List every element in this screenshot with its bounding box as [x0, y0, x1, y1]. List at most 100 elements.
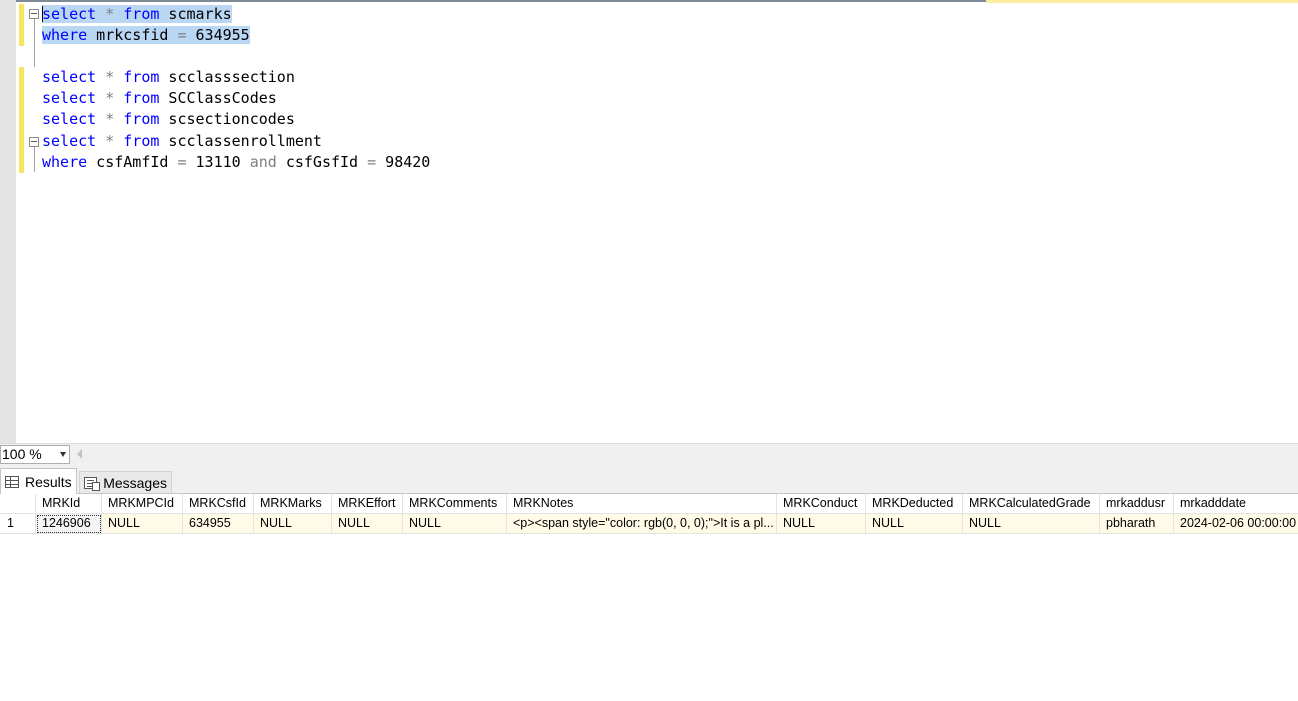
sql-keyword: where	[42, 153, 88, 171]
grid-cell[interactable]: NULL	[102, 514, 183, 534]
sql-keyword: select	[42, 5, 97, 23]
grid-cell[interactable]: NULL	[777, 514, 866, 534]
sql-keyword: select	[42, 110, 97, 128]
sql-text: 13110	[186, 153, 250, 171]
scroll-left-arrow-icon[interactable]	[77, 449, 82, 459]
sql-operator: *	[105, 132, 115, 150]
grid-cell[interactable]: NULL	[963, 514, 1100, 534]
grid-cell[interactable]: <p><span style="color: rgb(0, 0, 0);">It…	[507, 514, 777, 534]
sql-operator: *	[105, 89, 115, 107]
column-header[interactable]: MRKEffort	[332, 494, 403, 514]
sql-operator: =	[367, 153, 377, 171]
sql-keyword: select	[42, 132, 97, 150]
row-header-corner	[0, 494, 36, 514]
sql-text: 634955	[186, 26, 250, 44]
text-cursor	[42, 6, 43, 22]
sql-text: scclassenrollment	[159, 132, 322, 150]
sql-operator: =	[177, 26, 187, 44]
editor-top-strip-highlight	[986, 0, 1298, 3]
sql-text	[96, 5, 106, 23]
column-header[interactable]: MRKMPCId	[102, 494, 183, 514]
grid-header-row: MRKId MRKMPCId MRKCsfId MRKMarks MRKEffort MR…	[0, 494, 1298, 514]
sql-keyword: from	[123, 68, 160, 86]
sql-operator: =	[177, 153, 187, 171]
zoom-value: 100 %	[2, 446, 42, 462]
sql-keyword: from	[123, 110, 160, 128]
sql-text: 98420	[376, 153, 431, 171]
zoom-dropdown[interactable]: 100 %	[0, 445, 70, 464]
column-header[interactable]: MRKCsfId	[183, 494, 254, 514]
column-header[interactable]: MRKConduct	[777, 494, 866, 514]
code-line[interactable]: select * from scclassenrollment	[42, 131, 322, 152]
change-indicator	[19, 4, 24, 46]
sql-text	[114, 5, 124, 23]
column-header[interactable]: mrkadddate	[1174, 494, 1298, 514]
grid-icon	[5, 475, 19, 488]
sql-text: scmarks	[159, 5, 232, 23]
code-line[interactable]: select * from SCClassCodes	[42, 88, 277, 109]
grid-cell[interactable]: NULL	[403, 514, 507, 534]
collapse-icon[interactable]	[29, 137, 39, 147]
sql-keyword: select	[42, 68, 97, 86]
sql-operator: *	[105, 68, 115, 86]
grid-cell[interactable]: 634955	[183, 514, 254, 534]
sql-text: scclasssection	[159, 68, 295, 86]
column-header[interactable]: mrkaddusr	[1100, 494, 1174, 514]
table-row[interactable]: 1 1246906 NULL 634955 NULL NULL NULL <p><span s…	[0, 514, 1298, 534]
results-grid[interactable]: MRKId MRKMPCId MRKCsfId MRKMarks MRKEffort MR…	[0, 494, 1298, 701]
sql-operator: and	[249, 153, 277, 171]
grid-cell[interactable]: NULL	[254, 514, 332, 534]
column-header[interactable]: MRKComments	[403, 494, 507, 514]
sql-operator: *	[105, 5, 115, 23]
collapse-icon[interactable]	[29, 9, 39, 19]
code-line[interactable]: where csfAmfId = 13110 and csfGsfId = 98…	[42, 152, 430, 173]
column-header[interactable]: MRKId	[36, 494, 102, 514]
query-editor[interactable]: select * from scmarks where mrkcsfid = 63…	[0, 0, 1298, 443]
results-tabstrip: Results Messages	[0, 464, 1298, 494]
row-number[interactable]: 1	[0, 514, 36, 534]
sql-operator: *	[105, 110, 115, 128]
messages-icon	[84, 476, 101, 491]
chevron-down-icon	[60, 452, 66, 457]
grid-cell[interactable]: NULL	[866, 514, 963, 534]
tab-messages-label: Messages	[103, 474, 167, 491]
editor-top-strip	[0, 0, 986, 2]
column-header[interactable]: MRKMarks	[254, 494, 332, 514]
outline-guide	[34, 19, 35, 67]
grid-cell[interactable]: 1246906	[36, 514, 102, 534]
sql-text: scsectioncodes	[159, 110, 295, 128]
grid-cell[interactable]: NULL	[332, 514, 403, 534]
column-header[interactable]: MRKDeducted	[866, 494, 963, 514]
grid-cell[interactable]: 2024-02-06 00:00:00	[1174, 514, 1298, 534]
code-line[interactable]: select * from scclasssection	[42, 67, 295, 88]
sql-text: csfAmfId	[87, 153, 178, 171]
tab-messages[interactable]: Messages	[79, 471, 172, 493]
sql-text: csfGsfId	[276, 153, 368, 171]
change-indicator	[19, 67, 24, 173]
tab-results[interactable]: Results	[0, 468, 77, 494]
code-line[interactable]: where mrkcsfid = 634955	[42, 25, 250, 46]
sql-keyword: where	[42, 26, 88, 44]
sql-text: SCClassCodes	[159, 89, 277, 107]
sql-keyword: from	[123, 5, 160, 23]
sql-keyword: from	[123, 89, 160, 107]
column-header[interactable]: MRKNotes	[507, 494, 777, 514]
tab-results-label: Results	[25, 473, 72, 490]
editor-status-bar: 100 %	[0, 443, 1298, 464]
outline-guide	[34, 147, 35, 172]
sql-text: mrkcsfid	[87, 26, 178, 44]
code-line[interactable]: select * from scmarks	[42, 4, 232, 25]
editor-gutter	[0, 0, 16, 443]
grid-cell[interactable]: pbharath	[1100, 514, 1174, 534]
code-line[interactable]: select * from scsectioncodes	[42, 109, 295, 130]
sql-keyword: from	[123, 132, 160, 150]
column-header[interactable]: MRKCalculatedGrade	[963, 494, 1100, 514]
